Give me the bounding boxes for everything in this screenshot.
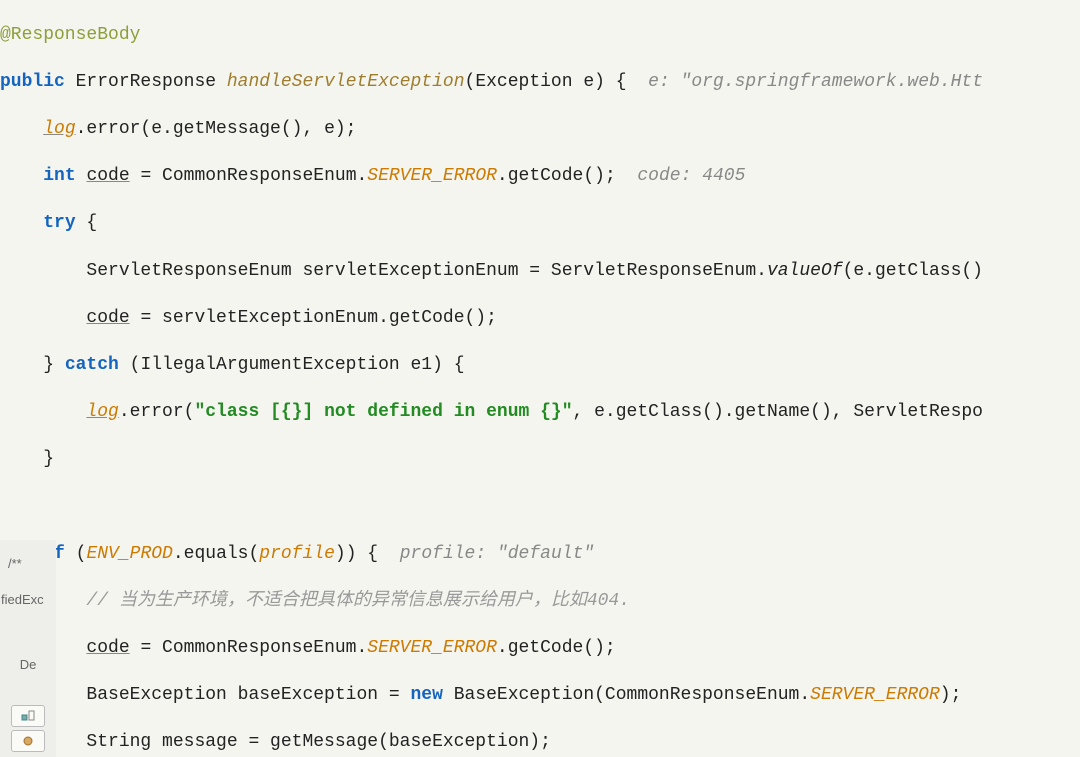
code-line[interactable]: code = CommonResponseEnum.SERVER_ERROR.g… (0, 637, 1080, 661)
code-line[interactable]: BaseException baseException = new BaseEx… (0, 684, 1080, 708)
code-line[interactable]: if (ENV_PROD.equals(profile)) { profile:… (0, 543, 1080, 567)
code-line[interactable]: log.error("class [{}] not defined in enu… (0, 401, 1080, 425)
code-line[interactable]: log.error(e.getMessage(), e); (0, 118, 1080, 142)
gutter-button-1[interactable] (11, 705, 45, 727)
gutter-fragment-1: /** (0, 540, 56, 580)
inline-hint: profile: "default" (400, 544, 594, 564)
comment: // 当为生产环境，不适合把具体的异常信息展示给用户，比如404. (86, 591, 630, 611)
code-line[interactable]: try { (0, 212, 1080, 236)
code-line[interactable]: public ErrorResponse handleServletExcept… (0, 71, 1080, 95)
code-line[interactable]: // 当为生产环境，不适合把具体的异常信息展示给用户，比如404. (0, 590, 1080, 614)
code-line[interactable]: String message = getMessage(baseExceptio… (0, 731, 1080, 755)
inline-hint: code: 4405 (637, 166, 745, 186)
code-line[interactable] (0, 495, 1080, 519)
bean-icon (21, 735, 35, 747)
inline-hint: e: "org.springframework.web.Htt (648, 72, 983, 92)
code-line[interactable]: } catch (IllegalArgumentException e1) { (0, 354, 1080, 378)
gutter-button-2[interactable] (11, 730, 45, 752)
code-editor[interactable]: @ResponseBody public ErrorResponse handl… (0, 0, 1080, 757)
code-line[interactable]: } (0, 448, 1080, 472)
layout-icon (21, 710, 35, 722)
gutter-fragment-2: fiedExc (0, 580, 56, 612)
code-line[interactable]: @ResponseBody (0, 24, 1080, 48)
gutter-fragment-3: De (0, 611, 56, 677)
code-line[interactable]: code = servletExceptionEnum.getCode(); (0, 307, 1080, 331)
left-gutter: /** fiedExc De (0, 540, 56, 757)
code-line[interactable]: int code = CommonResponseEnum.SERVER_ERR… (0, 165, 1080, 189)
code-line[interactable]: ServletResponseEnum servletExceptionEnum… (0, 260, 1080, 284)
annotation: @ResponseBody (0, 25, 140, 45)
